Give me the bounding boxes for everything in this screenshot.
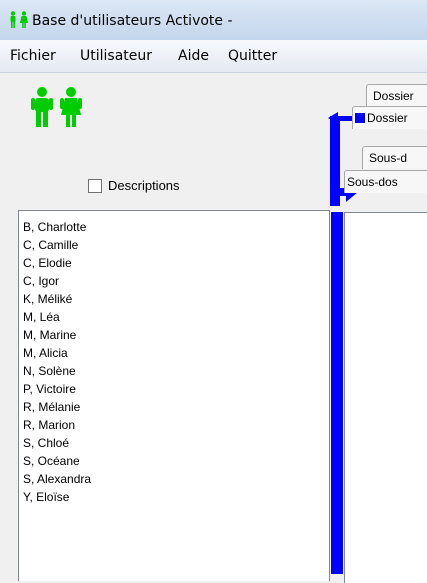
list-item[interactable]: S, Alexandra — [23, 469, 91, 489]
list-item[interactable]: M, Marine — [23, 325, 76, 345]
list-item[interactable]: M, Léa — [23, 307, 60, 327]
menu-fichier[interactable]: Fichier — [10, 48, 56, 64]
tab-sous-dossier-selected[interactable]: Sous-dos — [344, 170, 427, 193]
list-item[interactable]: C, Camille — [23, 235, 78, 255]
tab-sous-dossier-label: Sous-d — [369, 151, 408, 165]
list-item[interactable]: R, Mélanie — [23, 397, 80, 417]
tab-sous-dossier[interactable]: Sous-d — [362, 146, 427, 169]
menu-aide[interactable]: Aide — [178, 48, 209, 64]
list-item[interactable]: Y, Eloïse — [23, 487, 69, 507]
window-title: Base d'utilisateurs Activote - — [32, 13, 233, 29]
users-icon — [31, 87, 82, 127]
list-item[interactable]: B, Charlotte — [23, 217, 86, 237]
menu-utilisateur[interactable]: Utilisateur — [80, 48, 152, 64]
title-bar: Base d'utilisateurs Activote - — [0, 0, 427, 40]
list-item[interactable]: K, Méliké — [23, 289, 72, 309]
tab-dossier-selected-label: Dossier — [367, 111, 408, 125]
tab-dossier-label: Dossier — [373, 89, 414, 103]
tab-dossier[interactable]: Dossier — [366, 84, 427, 107]
bracket-arrow-icon — [328, 112, 358, 206]
descriptions-label: Descriptions — [108, 178, 180, 193]
list-item[interactable]: R, Marion — [23, 415, 75, 435]
list-item[interactable]: N, Solène — [23, 361, 76, 381]
app-icon — [10, 11, 28, 28]
menu-bar: Fichier Utilisateur Aide Quitter — [0, 40, 427, 73]
detail-panel — [344, 212, 427, 583]
user-list[interactable]: B, Charlotte C, Camille C, Elodie C, Igo… — [18, 210, 330, 581]
splitter-bar[interactable] — [331, 212, 343, 574]
tab-sous-dossier-selected-label: Sous-dos — [347, 175, 398, 189]
list-item[interactable]: C, Igor — [23, 271, 59, 291]
tab-dossier-selected[interactable]: Dossier — [352, 106, 427, 129]
list-item[interactable]: S, Chloé — [23, 433, 69, 453]
menu-quitter[interactable]: Quitter — [228, 48, 277, 64]
list-item[interactable]: P, Victoire — [23, 379, 76, 399]
list-item[interactable]: M, Alicia — [23, 343, 68, 363]
descriptions-checkbox[interactable] — [88, 179, 102, 193]
list-item[interactable]: S, Océane — [23, 451, 80, 471]
list-item[interactable]: C, Elodie — [23, 253, 72, 273]
selected-marker-icon — [355, 113, 365, 123]
